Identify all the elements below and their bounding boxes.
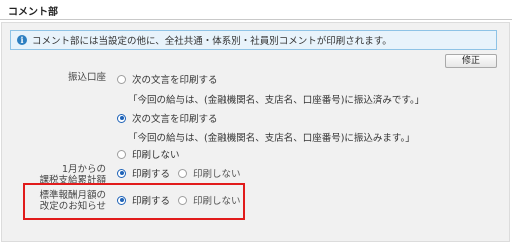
transfer-option-2[interactable]: 次の文言を印刷する xyxy=(117,111,218,125)
cumulative-noprint-label: 印刷しない xyxy=(193,169,241,180)
radio-icon[interactable] xyxy=(117,74,126,84)
info-banner: i コメント部には当設定の他に、全社共通・体系別・社員別コメントが印刷されます。 xyxy=(10,30,497,50)
radio-icon[interactable] xyxy=(178,168,187,178)
edit-button[interactable]: 修正 xyxy=(445,54,497,68)
transfer-option-1[interactable]: 次の文言を印刷する xyxy=(117,72,218,86)
radio-selected-icon[interactable] xyxy=(117,168,126,178)
transfer-quote-2: 「今回の給与は、(金融機関名、支店名、口座番号)に振込みます。」 xyxy=(128,133,415,144)
transfer-quote-1: 「今回の給与は、(金融機関名、支店名、口座番号)に振込済みです。」 xyxy=(128,95,425,106)
highlight-box xyxy=(23,183,245,220)
cumulative-print-option[interactable]: 印刷する xyxy=(117,166,170,180)
transfer-option-3[interactable]: 印刷しない xyxy=(117,147,180,161)
transfer-option-3-label: 印刷しない xyxy=(132,150,180,161)
title-divider xyxy=(0,19,512,20)
transfer-option-1-label: 次の文言を印刷する xyxy=(132,75,218,86)
radio-icon[interactable] xyxy=(117,149,126,159)
info-icon: i xyxy=(17,35,27,45)
cumulative-noprint-option[interactable]: 印刷しない xyxy=(178,166,241,180)
section-title: コメント部 xyxy=(8,7,58,18)
info-text: コメント部には当設定の他に、全社共通・体系別・社員別コメントが印刷されます。 xyxy=(32,36,392,47)
cumulative-label-line1: 1月からの xyxy=(61,164,106,175)
radio-selected-icon[interactable] xyxy=(117,113,126,123)
transfer-option-2-label: 次の文言を印刷する xyxy=(132,114,218,125)
transfer-label: 振込口座 xyxy=(67,72,106,83)
cumulative-print-label: 印刷する xyxy=(132,169,171,180)
